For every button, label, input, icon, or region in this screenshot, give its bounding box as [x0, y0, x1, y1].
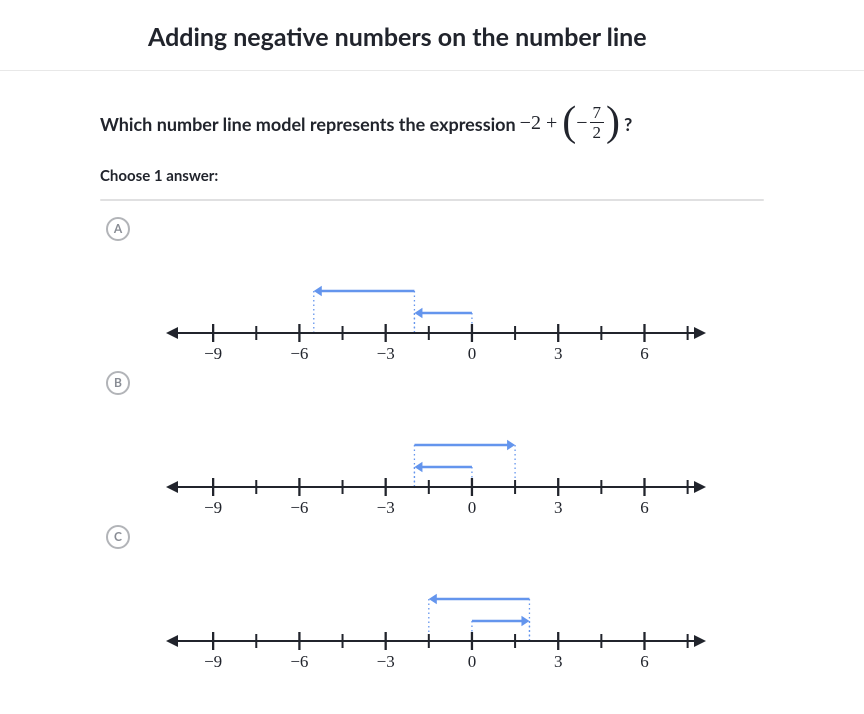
tick-label: −6 [290, 498, 308, 517]
option-a[interactable]: A −9 −6 −3 0 3 6 [100, 211, 764, 365]
option-radio-a[interactable]: A [106, 217, 130, 241]
tick-label: 6 [640, 344, 649, 363]
tick-label: −3 [377, 344, 395, 363]
tick-label: −9 [204, 344, 222, 363]
fraction: 7 2 [590, 104, 605, 142]
neg-sign: − [576, 112, 587, 135]
fraction-numerator: 7 [590, 104, 605, 123]
tick-label: 0 [468, 652, 477, 671]
number-line-wrap: −9 −6 −3 0 3 6 [100, 399, 764, 519]
tick-label: 6 [640, 498, 649, 517]
tick-label: −9 [204, 652, 222, 671]
number-line-wrap: −9 −6 −3 0 3 6 [100, 553, 764, 673]
page-title: Adding negative numbers on the number li… [148, 22, 864, 52]
tick-label: 3 [554, 498, 563, 517]
divider [100, 199, 764, 201]
tick-label: −3 [377, 498, 395, 517]
number-line-svg: −9 −6 −3 0 3 6 [156, 553, 716, 673]
option-radio-c[interactable]: C [106, 525, 130, 549]
question-text: Which number line model represents the e… [100, 105, 764, 143]
tick-label: −6 [290, 652, 308, 671]
tick-label: 3 [554, 652, 563, 671]
question-suffix: ? [624, 113, 632, 135]
number-line-svg: −9 −6 −3 0 3 6 [156, 245, 716, 365]
content-area: Which number line model represents the e… [0, 105, 864, 673]
fraction-denominator: 2 [593, 123, 602, 142]
tick-label: 0 [468, 498, 477, 517]
number-line-svg: −9 −6 −3 0 3 6 [156, 399, 716, 519]
tick-label: −6 [290, 344, 308, 363]
page-header: Adding negative numbers on the number li… [0, 0, 864, 71]
option-b[interactable]: B −9 −6 −3 0 3 6 [100, 365, 764, 519]
tick-label: 3 [554, 344, 563, 363]
option-c[interactable]: C −9 −6 −3 0 3 6 [100, 519, 764, 673]
tick-label: −3 [377, 652, 395, 671]
expr-lhs: −2 + [520, 112, 558, 135]
option-radio-b[interactable]: B [106, 371, 130, 395]
question-prefix: Which number line model represents the e… [100, 113, 516, 135]
tick-label: 6 [640, 652, 649, 671]
tick-label: 0 [468, 344, 477, 363]
choose-label: Choose 1 answer: [100, 167, 764, 185]
tick-label: −9 [204, 498, 222, 517]
number-line-wrap: −9 −6 −3 0 3 6 [100, 245, 764, 365]
math-expression: −2 + ( − 7 2 ) [520, 105, 620, 143]
